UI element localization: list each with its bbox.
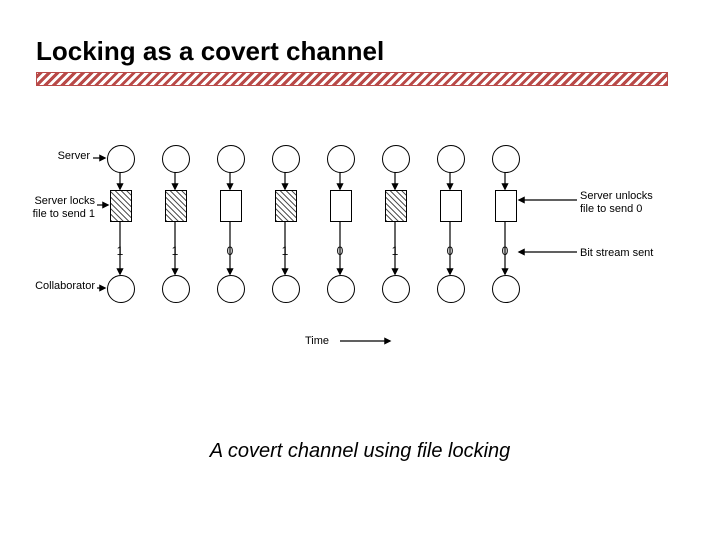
lock-rect-unlocked: [495, 190, 517, 222]
server-circle: [162, 145, 190, 173]
server-circle: [382, 145, 410, 173]
server-circle: [492, 145, 520, 173]
label-server-locks: Server locks file to send 1: [25, 195, 95, 221]
bit-value: 1: [110, 244, 130, 258]
collaborator-circle: [217, 275, 245, 303]
title-underline: [36, 72, 668, 86]
bit-value: 0: [330, 244, 350, 258]
collaborator-circle: [437, 275, 465, 303]
diagram: Server Server locks file to send 1 Colla…: [60, 140, 660, 360]
bit-value: 1: [385, 244, 405, 258]
collaborator-circle: [327, 275, 355, 303]
label-bit-stream: Bit stream sent: [580, 247, 670, 260]
lock-rect-locked: [165, 190, 187, 222]
lock-rect-locked: [385, 190, 407, 222]
slide-caption: A covert channel using file locking: [0, 440, 720, 463]
collaborator-circle: [107, 275, 135, 303]
collaborator-circle: [492, 275, 520, 303]
label-collaborator: Collaborator: [25, 280, 95, 293]
label-server: Server: [45, 150, 90, 163]
lock-rect-locked: [110, 190, 132, 222]
server-circle: [217, 145, 245, 173]
slide-title: Locking as a covert channel: [36, 36, 384, 67]
bit-value: 1: [165, 244, 185, 258]
bit-value: 1: [275, 244, 295, 258]
bit-value: 0: [440, 244, 460, 258]
server-circle: [272, 145, 300, 173]
server-circle: [437, 145, 465, 173]
lock-rect-locked: [275, 190, 297, 222]
lock-rect-unlocked: [440, 190, 462, 222]
collaborator-circle: [272, 275, 300, 303]
server-circle: [107, 145, 135, 173]
label-time: Time: [305, 335, 329, 347]
bit-value: 0: [495, 244, 515, 258]
bit-value: 0: [220, 244, 240, 258]
lock-rect-unlocked: [330, 190, 352, 222]
collaborator-circle: [162, 275, 190, 303]
server-circle: [327, 145, 355, 173]
collaborator-circle: [382, 275, 410, 303]
lock-rect-unlocked: [220, 190, 242, 222]
label-server-unlocks: Server unlocks file to send 0: [580, 190, 670, 216]
diagram-arrows: [60, 140, 660, 360]
